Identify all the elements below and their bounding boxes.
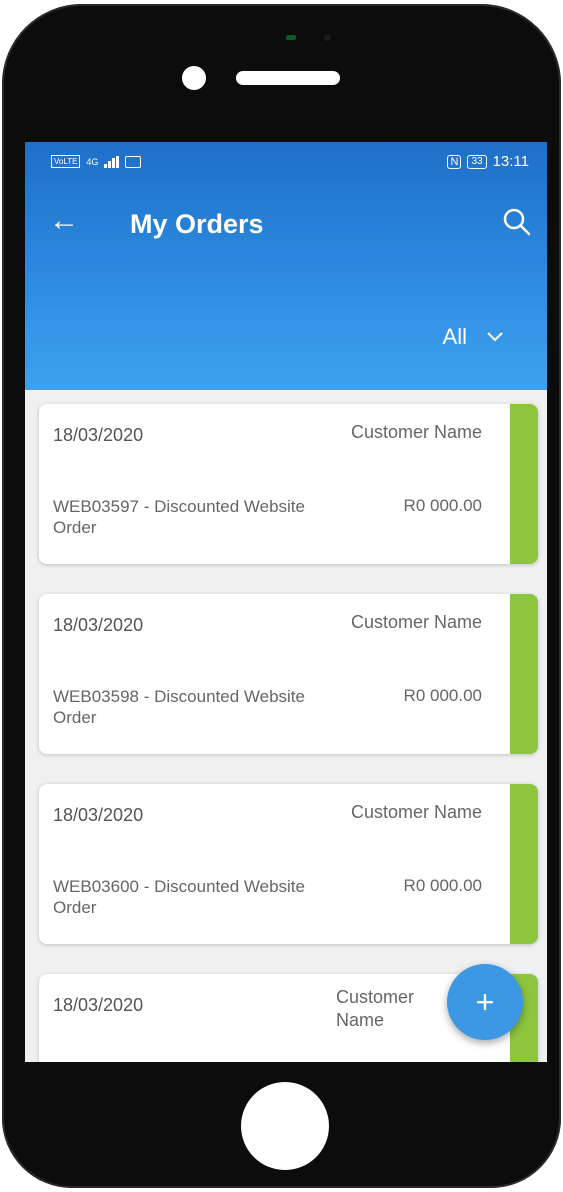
time: 13:11 bbox=[492, 153, 529, 170]
orders-list: 18/03/2020 Customer Name WEB03597 - Disc… bbox=[39, 404, 538, 1062]
order-description: WEB03597 - Discounted Website Order bbox=[53, 497, 305, 537]
filter-dropdown[interactable]: All bbox=[443, 324, 503, 350]
earpiece-speaker bbox=[236, 71, 340, 85]
order-description: WEB03598 - Discounted Website Order bbox=[53, 687, 305, 727]
front-camera bbox=[182, 66, 206, 90]
network-type: 4G bbox=[86, 156, 99, 167]
plus-icon: + bbox=[475, 983, 495, 1020]
nfc-icon: N bbox=[447, 154, 462, 169]
order-card[interactable]: 18/03/2020 Customer Name WEB03600 - Disc… bbox=[39, 784, 538, 944]
back-arrow-icon[interactable]: ← bbox=[49, 206, 79, 236]
app-bar: VoLTE 4G N 33 13:11 ← My Orders All bbox=[25, 142, 547, 390]
customer-name: Customer Name bbox=[350, 422, 482, 442]
status-indicator bbox=[510, 784, 538, 944]
order-date: 18/03/2020 bbox=[53, 995, 144, 1015]
order-card[interactable]: 18/03/2020 Customer Name WEB03598 - Disc… bbox=[39, 594, 538, 754]
customer-name: Customer Name bbox=[350, 802, 482, 822]
signal-icon bbox=[104, 155, 120, 168]
order-date: 18/03/2020 bbox=[53, 805, 144, 825]
chevron-down-icon bbox=[487, 332, 503, 342]
customer-name: Customer Name bbox=[350, 612, 482, 632]
search-icon[interactable] bbox=[503, 208, 531, 236]
order-card[interactable]: 18/03/2020 Customer Name WEB03597 - Disc… bbox=[39, 404, 538, 564]
volte-icon: VoLTE bbox=[51, 155, 81, 168]
add-order-button[interactable]: + bbox=[447, 964, 523, 1040]
order-date: 18/03/2020 bbox=[53, 425, 144, 445]
customer-name: Customer Name bbox=[336, 987, 415, 1030]
status-indicator bbox=[510, 404, 538, 564]
status-indicator bbox=[510, 594, 538, 754]
order-date: 18/03/2020 bbox=[53, 615, 144, 635]
filter-label: All bbox=[442, 324, 467, 349]
toolbar: ← My Orders bbox=[25, 192, 547, 252]
order-description: WEB03600 - Discounted Website Order bbox=[53, 877, 305, 917]
battery-icon: 33 bbox=[467, 154, 487, 169]
order-amount: R0 000.00 bbox=[403, 686, 482, 705]
home-button[interactable] bbox=[241, 1082, 329, 1170]
front-sensor bbox=[324, 34, 331, 41]
screen: VoLTE 4G N 33 13:11 ← My Orders All 18/0… bbox=[25, 142, 547, 1062]
message-icon bbox=[125, 155, 142, 168]
order-amount: R0 000.00 bbox=[403, 876, 482, 895]
status-bar: VoLTE 4G N 33 13:11 bbox=[25, 142, 547, 182]
proximity-sensor bbox=[286, 35, 296, 40]
page-title: My Orders bbox=[130, 209, 264, 239]
phone-frame: VoLTE 4G N 33 13:11 ← My Orders All 18/0… bbox=[2, 4, 561, 1188]
order-amount: R0 000.00 bbox=[403, 496, 482, 515]
